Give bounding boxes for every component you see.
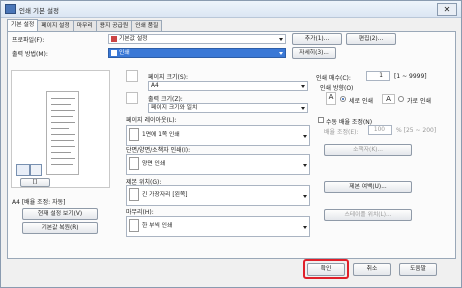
chevron-down-icon xyxy=(301,85,305,88)
restore-defaults-button[interactable]: 기본값 복원(R) xyxy=(22,222,98,234)
finishing-value: 한 부씩 인쇄 xyxy=(142,223,173,229)
output-size-value: 페이지 크기와 일치 xyxy=(151,105,198,111)
ok-button[interactable]: 확인 xyxy=(307,263,345,276)
binding-margin-button[interactable]: 제본 여백(U)... xyxy=(324,181,412,193)
tab-finishing[interactable]: 마무리 xyxy=(72,20,97,31)
portrait-icon: A xyxy=(326,92,336,105)
profile-icon xyxy=(111,35,117,42)
preview-line xyxy=(51,110,75,111)
tab-paper-source[interactable]: 용지 공급원 xyxy=(95,20,133,31)
cancel-button[interactable]: 취소 xyxy=(353,263,391,276)
preview-line xyxy=(51,152,71,153)
profile-value: 기본값 설정 xyxy=(119,36,148,42)
page-layout-label: 페이지 레이아웃(L): xyxy=(126,117,177,124)
page-size-value: A4 xyxy=(151,83,159,89)
orientation-label: 인쇄 방향(O) xyxy=(320,85,354,92)
page-layout-value: 1면에 1쪽 인쇄 xyxy=(142,132,180,138)
output-method-label: 출력 방법(M): xyxy=(12,51,48,58)
preview-line xyxy=(51,146,75,147)
binding-icon xyxy=(129,188,139,201)
preview-status-text: A4 [배율 조정: 자동] xyxy=(12,199,66,206)
collate-icon xyxy=(129,219,139,232)
window-title: 인쇄 기본 설정 xyxy=(19,7,60,15)
preview-line xyxy=(51,134,75,135)
page-size-select[interactable]: A4 xyxy=(148,81,308,91)
booklet-button[interactable]: 소책자(K)... xyxy=(324,144,412,156)
chevron-down-icon xyxy=(303,195,307,198)
chevron-down-icon xyxy=(303,135,307,138)
close-button[interactable]: ✕ xyxy=(437,3,457,16)
landscape-label: 가로 인쇄 xyxy=(407,98,431,105)
printer-status-icon xyxy=(16,164,30,176)
staple-position-button[interactable]: 스테이플 위치(L)... xyxy=(324,209,412,221)
chevron-down-icon xyxy=(303,164,307,167)
portrait-label: 세로 인쇄 xyxy=(349,98,373,105)
layout-icon xyxy=(129,128,139,141)
scale-label: 배율 조정(E): xyxy=(324,129,359,136)
help-button[interactable]: 도움말 xyxy=(399,263,437,276)
tab-page-setup[interactable]: 페이지 설정 xyxy=(37,20,74,31)
output-detail-button[interactable]: 자세히(3)... xyxy=(292,47,336,59)
output-size-icon xyxy=(126,92,138,104)
preview-line xyxy=(51,122,75,123)
printer-icon xyxy=(5,4,16,14)
copies-label: 인쇄 매수(C): xyxy=(316,75,351,82)
preview-line xyxy=(51,116,73,117)
tab-bar: 기본 설정 페이지 설정 마무리 용지 공급원 인쇄 품질 xyxy=(7,19,163,31)
tray-icon xyxy=(30,164,42,176)
view-current-settings-button[interactable]: 현재 설정 보기(V) xyxy=(22,208,98,220)
output-size-select[interactable]: 페이지 크기와 일치 xyxy=(148,103,308,113)
page-size-label: 페이지 크기(S): xyxy=(148,74,189,81)
page-size-icon xyxy=(126,70,138,82)
tab-print-quality[interactable]: 인쇄 품질 xyxy=(131,20,163,31)
duplex-icon xyxy=(129,157,139,170)
manual-scale-label: 수동 배율 조정(N) xyxy=(326,119,373,126)
view-toggle-button[interactable]: [] xyxy=(20,178,50,187)
edit-profile-button[interactable]: 편집(2)... xyxy=(346,33,396,45)
tab-basic-settings[interactable]: 기본 설정 xyxy=(7,19,39,31)
finishing-label: 마무리(H): xyxy=(126,209,154,216)
chevron-down-icon xyxy=(303,226,307,229)
page-layout-select[interactable]: 1면에 1쪽 인쇄 xyxy=(126,125,310,146)
output-method-select[interactable]: 인쇄 xyxy=(108,48,286,58)
paper-preview xyxy=(46,91,79,175)
preview-line xyxy=(51,98,75,99)
chevron-down-icon xyxy=(279,52,283,55)
copies-range: [1 ~ 9999] xyxy=(394,73,427,80)
basic-settings-panel: 프로파일(F): 기본값 설정 추가(1)... 편집(2)... 출력 방법(… xyxy=(7,31,456,259)
duplex-label: 단면/양면/소책자 인쇄(I): xyxy=(126,147,191,154)
output-method-value: 인쇄 xyxy=(119,50,130,56)
duplex-select[interactable]: 양면 인쇄 xyxy=(126,154,310,175)
preview-line xyxy=(51,164,73,165)
landscape-icon: A xyxy=(382,94,395,104)
scale-range: % [25 ~ 200] xyxy=(396,127,437,134)
landscape-radio[interactable] xyxy=(398,96,404,102)
preview-line xyxy=(51,128,69,129)
chevron-down-icon xyxy=(301,107,305,110)
print-icon xyxy=(111,49,117,56)
preview-line xyxy=(51,158,75,159)
binding-select[interactable]: 긴 가장자리 [왼쪽] xyxy=(126,185,310,206)
chevron-down-icon xyxy=(279,38,283,41)
finishing-select[interactable]: 한 부씩 인쇄 xyxy=(126,216,310,237)
manual-scale-checkbox[interactable] xyxy=(318,117,324,123)
portrait-radio[interactable] xyxy=(340,96,346,102)
preview-line xyxy=(51,140,74,141)
preview-line xyxy=(51,104,71,105)
output-size-label: 출력 크기(Z): xyxy=(148,96,183,103)
copies-input[interactable]: 1 xyxy=(366,71,390,81)
binding-value: 긴 가장자리 [왼쪽] xyxy=(142,192,188,198)
title-bar: 인쇄 기본 설정 ✕ xyxy=(1,1,461,18)
profile-select[interactable]: 기본값 설정 xyxy=(108,34,286,44)
add-profile-button[interactable]: 추가(1)... xyxy=(292,33,342,45)
profile-label: 프로파일(F): xyxy=(12,37,45,44)
print-preferences-window: 인쇄 기본 설정 ✕ 기본 설정 페이지 설정 마무리 용지 공급원 인쇄 품질… xyxy=(0,0,462,288)
duplex-value: 양면 인쇄 xyxy=(142,161,166,167)
scale-input[interactable]: 100 xyxy=(368,125,392,135)
